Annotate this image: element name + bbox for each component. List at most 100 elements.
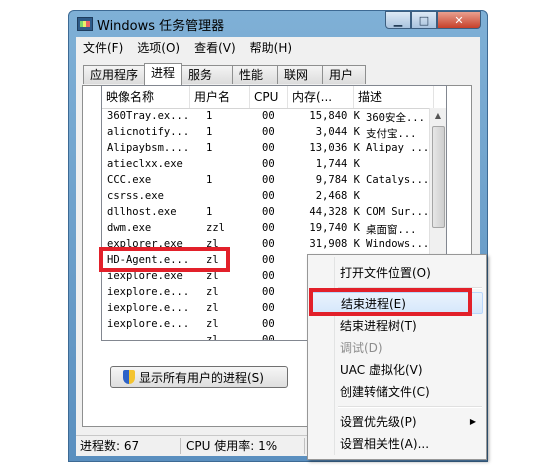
submenu-arrow-icon: ▶	[469, 417, 476, 426]
process-description: Windows...	[366, 238, 430, 250]
column-image-name[interactable]: 映像名称 ^	[102, 86, 190, 108]
process-description: 360安全...	[366, 112, 425, 124]
process-user: 1	[206, 126, 213, 138]
process-description: 支付宝...	[366, 128, 417, 140]
process-user: zl	[206, 318, 219, 330]
menu-debug[interactable]: 调试(D)	[308, 337, 486, 359]
show-all-label: 显示所有用户的进程(S)	[139, 370, 264, 385]
tab-services[interactable]: 服务	[181, 65, 234, 84]
menu-set-affinity[interactable]: 设置相关性(A)...	[308, 433, 486, 455]
process-cpu: 00	[262, 126, 275, 138]
process-cpu: 00	[262, 190, 275, 202]
process-cpu: 00	[262, 286, 275, 298]
process-memory: 44,328 K	[309, 206, 360, 218]
menu-help[interactable]: 帮助(H)	[243, 39, 299, 57]
menu-uac-virtualization[interactable]: UAC 虚拟化(V)	[308, 359, 486, 381]
process-memory: 31,908 K	[309, 238, 360, 250]
cpu-usage: CPU 使用率: 1%	[186, 439, 278, 453]
process-image-name: csrss.exe	[107, 190, 164, 202]
process-user: zzl	[206, 222, 225, 234]
process-cpu: 00	[262, 270, 275, 282]
explorer-highlight-box	[99, 247, 230, 272]
process-cpu: 00	[262, 142, 275, 154]
process-cpu: 00	[262, 238, 275, 250]
menu-end-process-tree[interactable]: 结束进程树(T)	[308, 315, 486, 337]
process-count: 进程数: 67	[80, 439, 140, 453]
process-cpu: 00	[262, 174, 275, 186]
table-row[interactable]: dwm.exe zzl 00 19,740 K 桌面窗...	[102, 221, 432, 237]
process-cpu: 00	[262, 206, 275, 218]
process-memory: 15,840 K	[309, 110, 360, 122]
scroll-thumb[interactable]	[432, 126, 445, 228]
window-title: Windows 任务管理器	[97, 19, 225, 34]
process-memory: 2,468 K	[315, 190, 360, 202]
tab-applications[interactable]: 应用程序	[83, 65, 146, 84]
process-memory: 1,744 K	[315, 158, 360, 170]
process-user: 1	[206, 110, 213, 122]
process-cpu: 00	[262, 158, 275, 170]
process-user: zl	[206, 302, 219, 314]
caption-buttons: ▁ □ ✕	[385, 11, 481, 31]
process-image-name: alicnotify...	[107, 126, 189, 138]
tab-performance[interactable]: 性能	[232, 65, 279, 84]
minimize-button[interactable]: ▁	[385, 11, 411, 29]
column-memory[interactable]: 内存(...	[288, 86, 354, 108]
process-user: zl	[206, 334, 219, 341]
process-description: Alipay ...	[366, 142, 430, 154]
process-cpu: 00	[262, 254, 275, 266]
menu-set-priority[interactable]: 设置优先级(P) ▶	[308, 411, 486, 433]
tab-networking[interactable]: 联网	[277, 65, 324, 84]
title-bar[interactable]: Windows 任务管理器 ▁ □ ✕	[69, 11, 487, 37]
table-row[interactable]: atieclxx.exe 00 1,744 K	[102, 157, 432, 173]
table-row[interactable]: alicnotify... 1 00 3,044 K 支付宝...	[102, 125, 432, 141]
tab-processes[interactable]: 进程	[144, 63, 183, 85]
process-image-name: iexplore.e...	[107, 318, 189, 330]
process-image-name: iexplore.e...	[107, 302, 189, 314]
process-image-name: iexplore.e...	[107, 286, 189, 298]
menu-create-dump-file[interactable]: 创建转储文件(C)	[308, 381, 486, 403]
process-memory: 19,740 K	[309, 222, 360, 234]
show-all-processes-button[interactable]: 显示所有用户的进程(S)	[110, 366, 288, 388]
table-row[interactable]: CCC.exe 1 00 9,784 K Catalys...	[102, 173, 432, 189]
menu-bar: 文件(F) 选项(O) 查看(V) 帮助(H)	[76, 39, 299, 57]
process-user: zl	[206, 286, 219, 298]
process-user: 1	[206, 206, 213, 218]
table-row[interactable]: Alipaybsm.... 1 00 13,036 K Alipay ...	[102, 141, 432, 157]
menu-separator	[338, 406, 482, 408]
process-description: Catalys...	[366, 174, 430, 186]
status-divider	[304, 438, 305, 454]
menu-view[interactable]: 查看(V)	[187, 39, 243, 57]
maximize-button[interactable]: □	[411, 11, 437, 29]
context-menu: 打开文件位置(O) 结束进程(E) 结束进程树(T) 调试(D) UAC 虚拟化…	[307, 254, 487, 460]
process-description: 桌面窗...	[366, 224, 417, 236]
sort-ascending-icon: ^	[146, 89, 153, 98]
process-image-name: dllhost.exe	[107, 206, 177, 218]
end-process-highlight-box	[309, 288, 472, 316]
process-user: 1	[206, 174, 213, 186]
column-description[interactable]: 描述	[354, 86, 434, 108]
table-row[interactable]: 360Tray.ex... 1 00 15,840 K 360安全...	[102, 109, 432, 125]
process-image-name: atieclxx.exe	[107, 158, 183, 170]
process-image-name: 360Tray.ex...	[107, 110, 189, 122]
process-memory: 3,044 K	[315, 126, 360, 138]
process-cpu: 00	[262, 318, 275, 330]
column-user-name[interactable]: 用户名	[190, 86, 250, 108]
scroll-up-icon[interactable]: ▲	[430, 108, 446, 124]
process-cpu: 00	[262, 302, 275, 314]
list-header: 映像名称 ^ 用户名 CPU 内存(... 描述	[102, 86, 446, 109]
table-row[interactable]: dllhost.exe 1 00 44,328 K COM Sur...	[102, 205, 432, 221]
process-cpu: 00	[262, 334, 275, 341]
table-row[interactable]: csrss.exe 00 2,468 K	[102, 189, 432, 205]
process-image-name: CCC.exe	[107, 174, 152, 186]
status-divider	[180, 438, 181, 454]
uac-shield-icon	[123, 370, 135, 384]
menu-file[interactable]: 文件(F)	[76, 39, 130, 57]
close-button[interactable]: ✕	[437, 11, 481, 29]
menu-open-file-location[interactable]: 打开文件位置(O)	[308, 262, 486, 284]
menu-options[interactable]: 选项(O)	[130, 39, 187, 57]
column-cpu[interactable]: CPU	[250, 86, 288, 108]
process-memory: 9,784 K	[315, 174, 360, 186]
tab-users[interactable]: 用户	[322, 65, 367, 84]
tab-strip: 应用程序 进程 服务 性能 联网 用户	[83, 63, 367, 85]
process-cpu: 00	[262, 110, 275, 122]
